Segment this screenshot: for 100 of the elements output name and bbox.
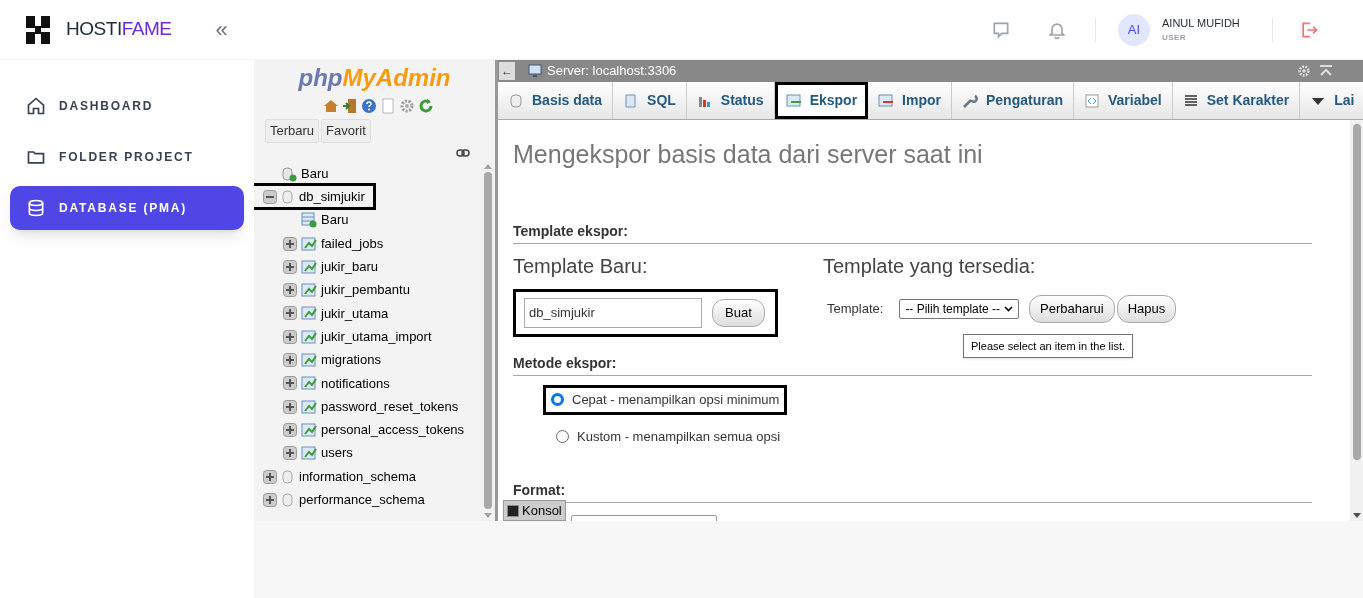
tree-item[interactable]: users bbox=[321, 443, 353, 463]
logo-icon bbox=[26, 15, 50, 44]
table-icon bbox=[301, 446, 317, 461]
radio-label: Kustom - menampilkan semua opsi bbox=[577, 427, 781, 446]
expand-icon[interactable] bbox=[283, 353, 297, 367]
reload-icon[interactable] bbox=[418, 98, 434, 114]
section-heading: Metode ekspor: bbox=[513, 352, 1312, 376]
home-icon bbox=[26, 96, 46, 116]
chevron-down-icon bbox=[1004, 305, 1014, 312]
tab[interactable]: Pengaturan bbox=[952, 82, 1074, 119]
wrench-icon bbox=[962, 92, 978, 109]
tree-item[interactable]: failed_jobs bbox=[321, 233, 384, 254]
template-heading: Template Baru: bbox=[513, 253, 649, 279]
database-icon bbox=[508, 92, 524, 109]
radio-label: Cepat - menampilkan opsi minimum bbox=[572, 390, 780, 409]
table-icon bbox=[301, 399, 317, 414]
expand-icon[interactable] bbox=[283, 446, 297, 461]
server-icon bbox=[528, 64, 543, 78]
tree-item[interactable]: jukir_pembantu bbox=[321, 280, 410, 300]
console-bar[interactable]: Konsol bbox=[503, 500, 566, 521]
tab[interactable]: SQL bbox=[613, 82, 687, 119]
tree-item[interactable]: jukir_baru bbox=[321, 257, 379, 277]
back-button[interactable]: ← bbox=[499, 62, 515, 80]
tree-item[interactable]: migrations bbox=[321, 350, 381, 370]
tab[interactable]: Status bbox=[686, 82, 775, 119]
user-avatar[interactable]: AI bbox=[1118, 13, 1150, 46]
link-icon[interactable] bbox=[456, 149, 470, 157]
radio-button[interactable] bbox=[551, 393, 564, 406]
tab[interactable]: Impor bbox=[868, 82, 952, 119]
settings-icon[interactable] bbox=[399, 98, 415, 114]
exit-door-icon[interactable] bbox=[342, 98, 358, 114]
tab[interactable]: Lai bbox=[1300, 82, 1363, 119]
table-icon bbox=[301, 353, 317, 367]
template-heading: Template yang tersedia: bbox=[823, 253, 1037, 279]
tree-item[interactable]: performance_schema bbox=[299, 490, 425, 510]
tree-item[interactable]: Baru bbox=[321, 210, 349, 230]
console-label: Konsol bbox=[522, 501, 562, 520]
expand-icon[interactable] bbox=[283, 306, 297, 321]
tree-item[interactable]: jukir_utama bbox=[321, 303, 389, 324]
new-database-icon bbox=[281, 165, 297, 182]
scrollbar[interactable] bbox=[1350, 120, 1363, 521]
list-icon bbox=[1182, 92, 1199, 109]
template-label: Template: bbox=[827, 299, 884, 318]
database-icon bbox=[281, 188, 295, 205]
home-icon[interactable] bbox=[323, 98, 339, 114]
sidebar-item[interactable]: FOLDER PROJECT bbox=[10, 135, 244, 179]
tab[interactable]: Set Karakter bbox=[1172, 82, 1301, 119]
expand-icon[interactable] bbox=[283, 399, 297, 414]
user-name: AINUL MUFIDH bbox=[1162, 16, 1241, 32]
table-icon bbox=[301, 376, 317, 391]
expand-icon[interactable] bbox=[263, 469, 277, 484]
sidebar-item[interactable]: DATABASE (PMA) bbox=[10, 186, 244, 230]
tree-item[interactable]: personal_access_tokens bbox=[321, 420, 465, 440]
export-icon bbox=[785, 92, 802, 109]
template-name-field[interactable]: db_simjukir bbox=[524, 297, 702, 328]
expand-icon[interactable] bbox=[283, 329, 297, 344]
database-icon bbox=[281, 491, 295, 508]
expand-icon[interactable] bbox=[263, 492, 277, 507]
collapse-top-icon[interactable] bbox=[1319, 65, 1333, 77]
collapse-button[interactable]: « bbox=[215, 18, 228, 41]
code-icon bbox=[1084, 92, 1100, 109]
tree-item[interactable]: password_reset_tokens bbox=[321, 396, 459, 417]
tab[interactable]: Basis data bbox=[498, 82, 614, 119]
nav-button[interactable]: Terbaru bbox=[265, 119, 320, 143]
tree-item[interactable]: information_schema bbox=[299, 466, 417, 487]
database-icon bbox=[26, 198, 46, 218]
expand-icon[interactable] bbox=[283, 259, 297, 274]
section-heading: Template ekspor: bbox=[513, 220, 1312, 244]
tab[interactable]: Ekspor bbox=[774, 82, 869, 119]
collapse-icon[interactable] bbox=[263, 189, 277, 204]
terminal-icon bbox=[507, 504, 519, 517]
update-button[interactable]: Perbaharui bbox=[1029, 294, 1115, 323]
expand-icon[interactable] bbox=[283, 283, 297, 298]
database-icon bbox=[281, 468, 295, 485]
create-button[interactable]: Buat bbox=[712, 298, 765, 327]
page-heading: Mengekspor basis data dari server saat ini bbox=[513, 139, 984, 170]
radio-button[interactable] bbox=[556, 429, 569, 443]
table-icon bbox=[301, 329, 317, 344]
sidebar-item[interactable]: DASHBOARD bbox=[10, 84, 244, 128]
tooltip: Please select an item in the list. bbox=[963, 333, 1134, 358]
scroll-down-icon[interactable] bbox=[1352, 513, 1361, 518]
expand-icon[interactable] bbox=[283, 376, 297, 391]
tree-item[interactable]: notifications bbox=[321, 373, 390, 394]
import-icon bbox=[878, 92, 895, 109]
template-select[interactable]: -- Pilih template -- bbox=[899, 298, 1020, 319]
brand-name: HOSTIFAME bbox=[66, 17, 172, 42]
tree-item[interactable]: Baru bbox=[301, 163, 329, 184]
new-table-icon bbox=[301, 212, 317, 229]
nav-button[interactable]: Favorit bbox=[321, 119, 371, 143]
expand-icon[interactable] bbox=[283, 422, 297, 437]
expand-icon[interactable] bbox=[283, 236, 297, 251]
table-icon bbox=[301, 259, 317, 274]
tree-item[interactable]: jukir_utama_import bbox=[321, 326, 432, 347]
help-icon[interactable] bbox=[361, 98, 377, 114]
user-role: USER bbox=[1162, 31, 1187, 44]
tree-item[interactable]: db_simjukir bbox=[299, 187, 365, 207]
table-icon bbox=[301, 236, 317, 251]
phpmyadmin-logo: phpMyAdmin bbox=[297, 64, 452, 92]
delete-button[interactable]: Hapus bbox=[1116, 294, 1177, 323]
tab[interactable]: Variabel bbox=[1074, 82, 1173, 119]
